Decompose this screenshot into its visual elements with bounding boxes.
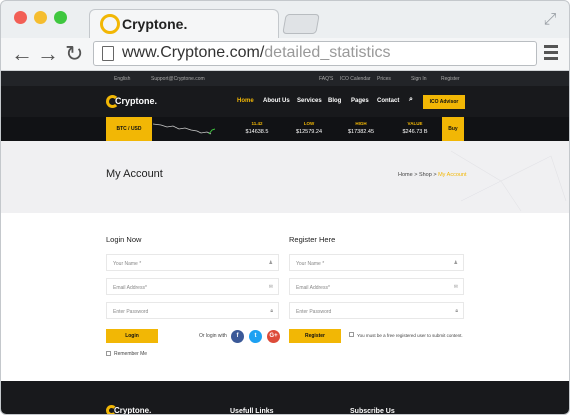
register-link[interactable]: Register <box>441 76 460 82</box>
reload-icon[interactable]: ↻ <box>65 42 83 66</box>
buy-button[interactable]: Buy <box>442 117 464 141</box>
nav-services[interactable]: Services <box>297 98 322 104</box>
ticker-price: $14638.5 <box>245 129 269 135</box>
back-arrow-icon[interactable]: ← <box>11 42 33 66</box>
register-name-field[interactable]: Your Name * ♟ <box>289 254 464 271</box>
footer-subscribe-heading: Subscribe Us <box>350 408 395 415</box>
register-password-field[interactable]: Enter Password 🔒︎ <box>289 302 464 319</box>
fullscreen-icon[interactable]: ⤢ <box>541 11 559 29</box>
minimize-window-button[interactable] <box>34 11 47 24</box>
ticker-change: 11.42 <box>251 121 263 126</box>
user-icon: ♟ <box>268 260 273 266</box>
twitter-icon[interactable]: t <box>249 330 262 343</box>
remember-me-label: Remember Me <box>114 351 148 357</box>
cryptone-logo-icon <box>100 14 120 34</box>
lock-icon: 🔒︎ <box>455 308 458 314</box>
nav-about-us[interactable]: About Us <box>263 98 290 104</box>
ticker-current: 11.42 $14638.5 <box>237 121 277 135</box>
browser-window: Cryptone. ⤢ ← → ↻ www.Cryptone.com/detai… <box>0 0 570 415</box>
address-bar[interactable]: www.Cryptone.com/detailed_statistics <box>93 41 537 66</box>
price-ticker: BTC / USD 11.42 $14638.5 LOW $12579.24 HIG… <box>1 117 569 141</box>
breadcrumb-shop[interactable]: Shop <box>419 172 432 178</box>
lock-icon: 🔒︎ <box>270 308 273 314</box>
search-icon[interactable]: ⌕ <box>409 96 413 104</box>
register-email-field[interactable]: Email Address* ✉ <box>289 278 464 295</box>
ico-advisor-button[interactable]: ICO Advisor <box>423 95 465 109</box>
browser-toolbar: ← → ↻ www.Cryptone.com/detailed_statisti… <box>1 38 569 71</box>
login-name-field[interactable]: Your Name * ♟ <box>106 254 279 271</box>
nav-contact[interactable]: Contact <box>377 98 399 104</box>
nav-blog[interactable]: Blog <box>328 98 341 104</box>
top-bar: English Support@Cryptone.com FAQ'S ICO C… <box>1 71 569 86</box>
new-tab-button[interactable] <box>282 14 320 34</box>
mail-icon: ✉ <box>453 284 458 290</box>
login-email-field[interactable]: Email Address* ✉ <box>106 278 279 295</box>
close-window-button[interactable] <box>14 11 27 24</box>
top-link-prices[interactable]: Prices <box>377 76 391 82</box>
nav-pages[interactable]: Pages <box>351 98 369 104</box>
user-icon: ♟ <box>453 260 458 266</box>
social-login-label: Or login with <box>199 333 227 339</box>
language-selector[interactable]: English <box>114 76 130 82</box>
tab-title: Cryptone. <box>122 16 188 32</box>
terms-checkbox[interactable] <box>349 332 354 337</box>
support-email[interactable]: Support@Cryptone.com <box>151 76 205 82</box>
footer-useful-links-heading: Usefull Links <box>230 408 274 415</box>
ticker-value: VALUE $246.73 B <box>402 121 428 135</box>
forward-arrow-icon[interactable]: → <box>37 42 59 66</box>
menu-icon[interactable] <box>544 45 558 63</box>
login-heading: Login Now <box>106 235 142 244</box>
maximize-window-button[interactable] <box>54 11 67 24</box>
breadcrumb-current: My Account <box>438 172 467 178</box>
currency-pair-selector[interactable]: BTC / USD <box>106 117 152 141</box>
breadcrumb: Home > Shop > My Account <box>398 172 467 178</box>
browser-tab[interactable]: Cryptone. <box>89 9 279 39</box>
remember-me-checkbox[interactable] <box>106 351 111 356</box>
page-title: My Account <box>106 168 163 180</box>
top-link-ico-calendar[interactable]: ICO Calendar <box>340 76 371 82</box>
login-password-field[interactable]: Enter Password 🔒︎ <box>106 302 279 319</box>
nav-home[interactable]: Home <box>237 98 254 104</box>
register-note: You must be a free registered user to su… <box>357 333 463 338</box>
site-footer: Cryptone. Usefull Links Subscribe Us <box>1 381 569 415</box>
login-button[interactable]: Login <box>106 329 158 343</box>
site-header: Cryptone. Home About Us Services Blog Pa… <box>1 86 569 117</box>
page-icon <box>102 46 114 61</box>
ticker-low: LOW $12579.24 <box>296 121 322 135</box>
ticker-high: HIGH $17382.45 <box>348 121 374 135</box>
site-logo-text[interactable]: Cryptone. <box>115 96 157 106</box>
page-banner: My Account Home > Shop > My Account <box>1 141 569 213</box>
breadcrumb-home[interactable]: Home <box>398 172 413 178</box>
register-heading: Register Here <box>289 235 336 244</box>
sign-in-link[interactable]: Sign In <box>411 76 427 82</box>
url-text: www.Cryptone.com/detailed_statistics <box>122 44 391 61</box>
register-button[interactable]: Register <box>289 329 341 343</box>
mail-icon: ✉ <box>268 284 273 290</box>
facebook-icon[interactable]: f <box>231 330 244 343</box>
top-link-faq[interactable]: FAQ'S <box>319 76 333 82</box>
price-sparkline <box>153 123 215 135</box>
website-viewport: English Support@Cryptone.com FAQ'S ICO C… <box>1 71 569 415</box>
footer-logo-text: Cryptone. <box>114 406 152 415</box>
google-plus-icon[interactable]: G+ <box>267 330 280 343</box>
